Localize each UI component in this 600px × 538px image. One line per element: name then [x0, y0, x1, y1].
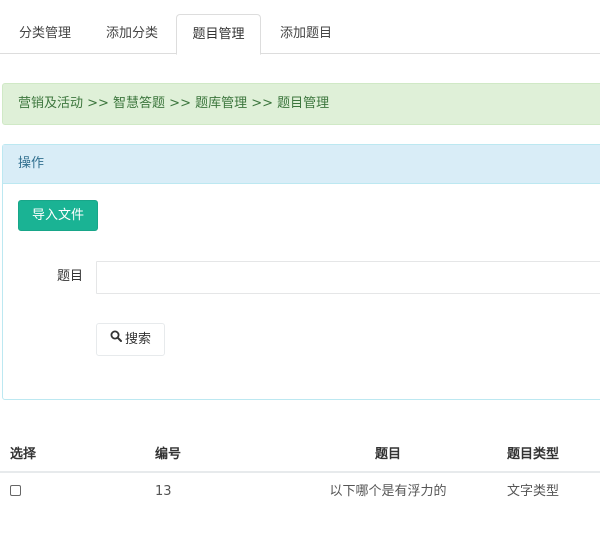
- import-file-button[interactable]: 导入文件: [18, 200, 98, 231]
- table-header: 选择 编号 题目 题目类型: [0, 438, 600, 473]
- header-id: 编号: [155, 447, 182, 462]
- row-checkbox[interactable]: [10, 484, 21, 496]
- header-question: 题目: [374, 447, 401, 462]
- row-select-cell: [10, 473, 21, 511]
- tab-category-manage[interactable]: 分类管理: [6, 14, 84, 54]
- panel-title: 操作: [3, 145, 600, 184]
- row-id: 13: [155, 484, 172, 499]
- search-icon: [110, 323, 122, 354]
- question-table: 选择 编号 题目 题目类型 13 以下哪个是有浮力的 文字类型: [0, 438, 600, 511]
- tab-bar: 分类管理 添加分类 题目管理 添加题目: [0, 14, 600, 55]
- question-label: 题目: [56, 269, 83, 284]
- tab-add-question[interactable]: 添加题目: [264, 14, 348, 54]
- tab-add-category[interactable]: 添加分类: [92, 14, 172, 54]
- row-question-type: 文字类型: [507, 484, 560, 499]
- question-input[interactable]: [96, 261, 600, 294]
- operation-panel: 操作 导入文件 题目 搜索: [2, 144, 600, 400]
- search-button[interactable]: 搜索: [96, 323, 165, 356]
- row-question: 以下哪个是有浮力的: [329, 484, 447, 499]
- header-select: 选择: [10, 447, 37, 462]
- tab-question-manage[interactable]: 题目管理: [176, 14, 261, 55]
- breadcrumb: 营销及活动 >> 智慧答题 >> 题库管理 >> 题目管理: [2, 83, 600, 125]
- search-button-label: 搜索: [124, 332, 151, 347]
- header-question-type: 题目类型: [507, 447, 560, 462]
- table-row: 13 以下哪个是有浮力的 文字类型: [0, 473, 600, 511]
